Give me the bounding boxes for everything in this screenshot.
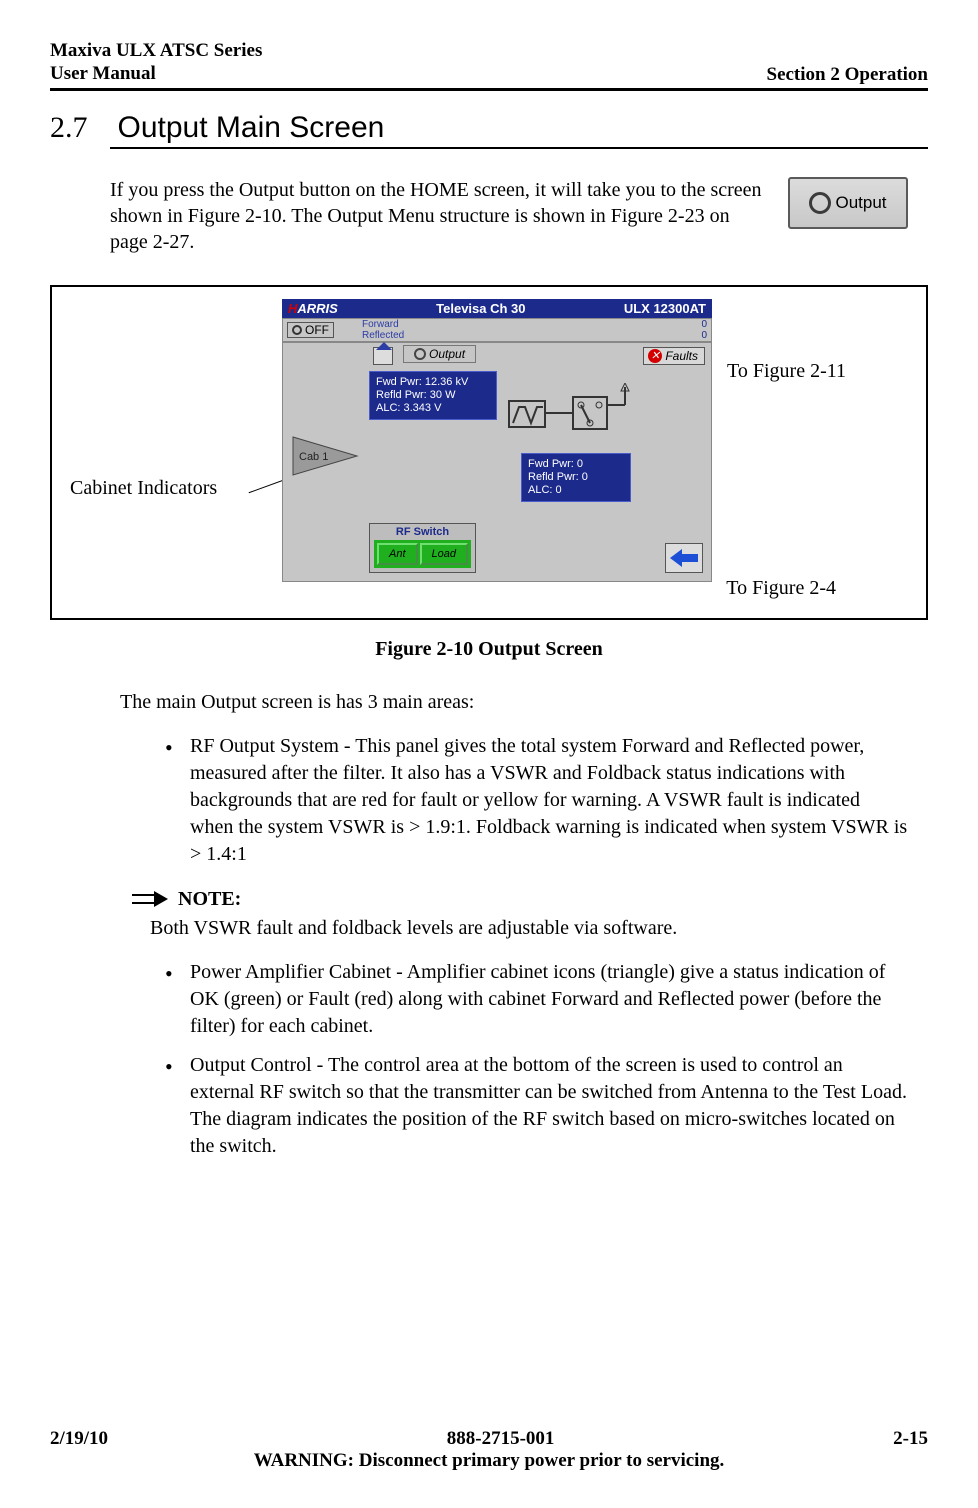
cabinet-icon[interactable]: Cab 1 [289, 433, 361, 479]
titlebar-center: Televisa Ch 30 [436, 301, 525, 316]
output-button-label: Output [835, 193, 886, 213]
cab-alc: ALC: 0 [528, 484, 624, 497]
output-button[interactable]: Output [788, 177, 908, 229]
annotation-cabinet: Cabinet Indicators [70, 477, 217, 500]
titlebar: HHARRISARRIS Televisa Ch 30 ULX 12300AT [282, 299, 712, 318]
refld-pwr-value: Refld Pwr: 30 W [376, 389, 490, 402]
note-arrow-icon [130, 891, 168, 907]
ant-button[interactable]: Ant [377, 543, 418, 565]
note-label: NOTE: [178, 888, 241, 911]
figure-frame: Cabinet Indicators To Figure 2-11 To Fig… [50, 285, 928, 620]
footer-docnum: 888-2715-001 [447, 1428, 555, 1450]
off-dot-icon [292, 325, 302, 335]
footer-date: 2/19/10 [50, 1428, 108, 1450]
fwd-rfl-labels: Forward Reflected [362, 319, 404, 341]
cab-refld-pwr: Refld Pwr: 0 [528, 471, 624, 484]
annotation-fig4: To Figure 2-4 [726, 577, 836, 600]
rf-switch-label: RF Switch [374, 526, 471, 538]
bullet-output-control: Output Control - The control area at the… [180, 1052, 908, 1160]
logo: HHARRISARRIS [288, 301, 338, 316]
note-row: NOTE: [130, 888, 928, 911]
doc-type: User Manual [50, 63, 262, 86]
intro-row: If you press the Output button on the HO… [110, 177, 908, 255]
cabinet-power-panel: Fwd Pwr: 0 Refld Pwr: 0 ALC: 0 [521, 453, 631, 503]
rf-switch-panel: RF Switch Ant Load [369, 523, 476, 573]
page-header: Maxiva ULX ATSC Series User Manual Secti… [50, 40, 928, 91]
ui-screenshot: HHARRISARRIS Televisa Ch 30 ULX 12300AT … [282, 299, 712, 582]
main-paragraph: The main Output screen is has 3 main are… [120, 689, 908, 715]
bullet-rf-output: RF Output System - This panel gives the … [180, 733, 908, 868]
faults-button[interactable]: ✕Faults [643, 347, 705, 365]
forward-value: 0 [701, 319, 707, 330]
title-rule [110, 147, 928, 149]
intro-paragraph: If you press the Output button on the HO… [110, 177, 763, 255]
off-label: OFF [305, 323, 329, 337]
rf-switch-buttons: Ant Load [374, 540, 471, 568]
home-icon[interactable] [373, 347, 393, 365]
note-text: Both VSWR fault and foldback levels are … [150, 915, 908, 941]
reflected-label: Reflected [362, 330, 404, 341]
fault-x-icon: ✕ [648, 349, 662, 363]
cab-label-text: Cab 1 [299, 451, 328, 463]
footer-row: 2/19/10 888-2715-001 2-15 [50, 1428, 928, 1450]
system-power-panel: Fwd Pwr: 12.36 kV Refld Pwr: 30 W ALC: 3… [369, 371, 497, 421]
bullet-list-2: Power Amplifier Cabinet - Amplifier cabi… [180, 959, 908, 1160]
off-indicator[interactable]: OFF [287, 322, 334, 338]
product-name: Maxiva ULX ATSC Series [50, 40, 262, 63]
alc-value: ALC: 3.343 V [376, 402, 490, 415]
output-tab-circle-icon [414, 348, 426, 360]
titlebar-right: ULX 12300AT [624, 301, 706, 316]
screen-body: Output ✕Faults Fwd Pwr: 12.36 kV Refld P… [282, 342, 712, 582]
section-number: 2.7 [50, 111, 88, 145]
output-tab[interactable]: Output [403, 345, 476, 363]
header-left: Maxiva ULX ATSC Series User Manual [50, 40, 262, 86]
figure-caption: Figure 2-10 Output Screen [50, 638, 928, 661]
section-title: 2.7 Output Main Screen [50, 111, 928, 145]
fwd-pwr-value: Fwd Pwr: 12.36 kV [376, 376, 490, 389]
forward-label: Forward [362, 319, 404, 330]
faults-label: Faults [665, 349, 698, 363]
bullet-pa-cabinet: Power Amplifier Cabinet - Amplifier cabi… [180, 959, 908, 1040]
annotation-fig11: To Figure 2-11 [727, 360, 846, 383]
cab-fwd-pwr: Fwd Pwr: 0 [528, 458, 624, 471]
footer-warning: WARNING: Disconnect primary power prior … [50, 1450, 928, 1472]
reflected-value: 0 [701, 330, 707, 341]
output-circle-icon [809, 192, 831, 214]
rf-path-diagram [503, 383, 643, 443]
page-footer: 2/19/10 888-2715-001 2-15 WARNING: Disco… [0, 1428, 978, 1472]
output-tab-label: Output [429, 347, 465, 361]
bullet-list-1: RF Output System - This panel gives the … [180, 733, 908, 868]
back-button[interactable] [665, 543, 703, 573]
footer-page: 2-15 [893, 1428, 928, 1450]
section-heading: Output Main Screen [118, 111, 385, 145]
load-button[interactable]: Load [420, 543, 468, 565]
status-bar: OFF Forward Reflected 0 0 [282, 318, 712, 342]
section-label: Section 2 Operation [767, 64, 929, 86]
